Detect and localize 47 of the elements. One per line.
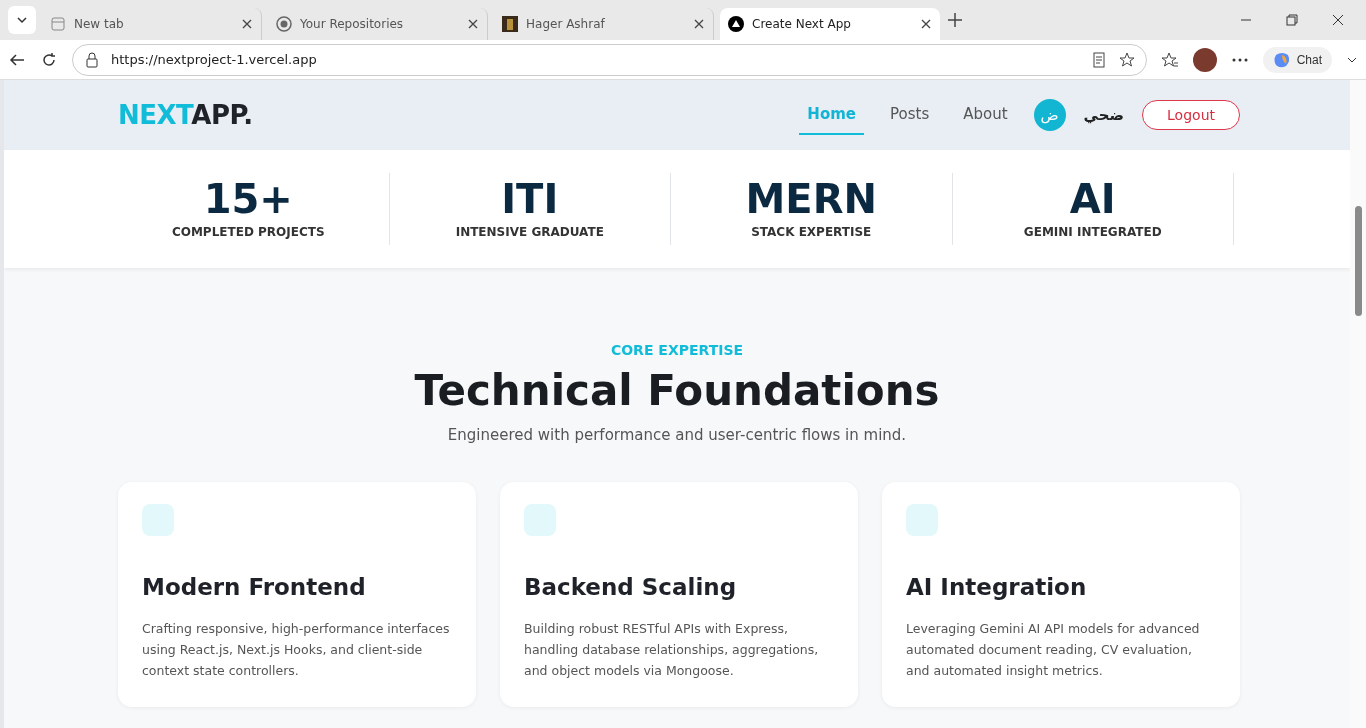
lock-icon — [83, 50, 101, 69]
favorites-icon[interactable] — [1160, 50, 1179, 69]
close-icon[interactable] — [467, 18, 479, 30]
stat-value: ITI — [501, 179, 559, 219]
close-icon[interactable] — [920, 18, 932, 30]
chevron-down-icon — [16, 14, 28, 26]
stat-label: COMPLETED PROJECTS — [171, 225, 325, 239]
section-eyebrow: CORE EXPERTISE — [610, 342, 744, 358]
restore-icon[interactable] — [1286, 14, 1298, 26]
new-tab-plus-icon[interactable] — [946, 11, 964, 29]
user-avatar: ض — [1033, 99, 1066, 131]
close-icon[interactable] — [241, 18, 253, 30]
tab-list-button[interactable] — [8, 6, 36, 34]
card-title: AI Integration — [906, 574, 1088, 601]
square-icon — [524, 504, 556, 537]
new-tab-icon — [50, 16, 66, 32]
close-icon[interactable] — [1332, 14, 1344, 26]
stat-value: AI — [1069, 179, 1116, 219]
site-logo[interactable]: NEXTAPP. — [118, 100, 253, 130]
star-icon[interactable] — [1117, 50, 1136, 69]
section-title: Technical Foundations — [414, 368, 940, 415]
user-name: ضحي — [1083, 106, 1125, 124]
logout-button[interactable]: Logout — [1142, 100, 1240, 130]
card-text: Crafting responsive, high-performance interfaces using React.js, Next.js Hooks, and client-side context state controllers. — [142, 620, 451, 681]
scrollbar[interactable] — [1350, 80, 1366, 728]
close-icon[interactable] — [693, 18, 705, 30]
nav-link[interactable]: Posts — [882, 95, 938, 135]
browser-tab[interactable]: Create Next App — [720, 8, 940, 40]
square-icon — [142, 504, 174, 537]
stat-label: STACK EXPERTISE — [751, 225, 872, 239]
card-title: Backend Scaling — [524, 574, 738, 601]
section-subtitle: Engineered with performance and user-centric flows in mind. — [447, 426, 907, 445]
card-text: Leveraging Gemini AI API models for advanced automated document reading, CV evaluation, and automated insight metrics. — [906, 620, 1201, 681]
square-icon — [906, 504, 938, 537]
card-text: Building robust RESTful APIs with Express, handling database relationships, aggregations, and object models via Mongoose. — [524, 620, 820, 681]
swirl-logo-icon — [1272, 50, 1291, 69]
reload-icon[interactable] — [40, 50, 58, 69]
profile-avatar[interactable] — [1192, 47, 1217, 72]
stat-label: INTENSIVE GRADUATE — [455, 225, 604, 239]
stat-value: 15+ — [203, 179, 293, 219]
photo-icon — [502, 16, 518, 32]
card-title: Modern Frontend — [142, 574, 367, 601]
chat-button[interactable]: Chat — [1262, 46, 1332, 73]
stat-value: MERN — [745, 179, 877, 219]
nav-link[interactable]: About — [955, 95, 1016, 135]
scroll-thumb[interactable] — [1355, 206, 1362, 316]
stat-label: GEMINI INTEGRATED — [1023, 225, 1162, 239]
